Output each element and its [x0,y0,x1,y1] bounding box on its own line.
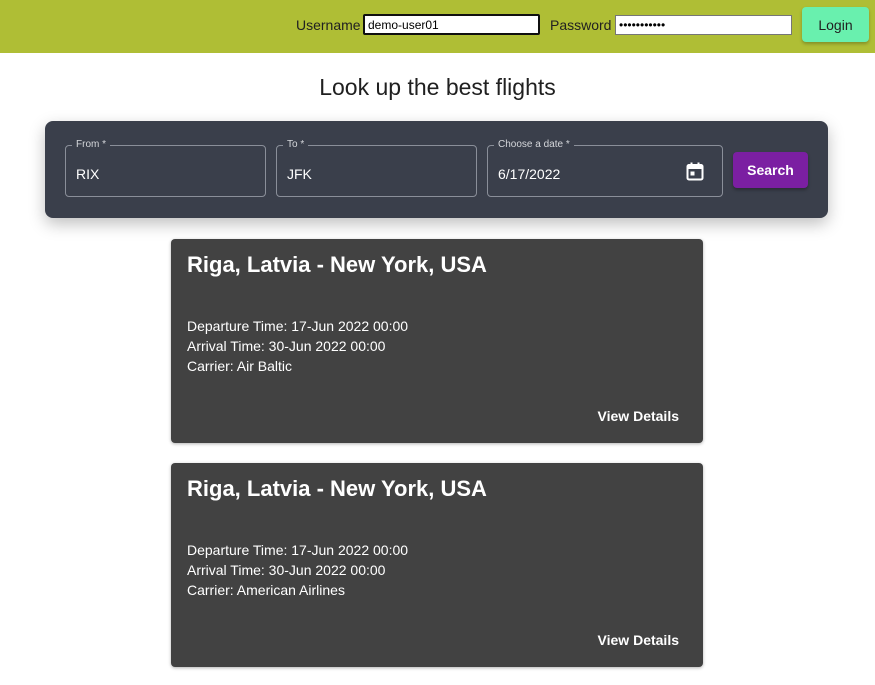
from-label: From * [72,139,110,150]
carrier: Carrier: Air Baltic [187,358,293,374]
calendar-icon[interactable] [686,162,704,181]
flight-card: Riga, Latvia - New York, USA Departure T… [171,239,703,443]
username-label: Username [296,17,361,33]
date-field[interactable]: Choose a date * 6/17/2022 [487,139,723,197]
departure-time: Departure Time: 17-Jun 2022 00:00 [187,318,409,334]
carrier: Carrier: American Airlines [187,582,345,598]
top-bar: Username Password Login [0,0,875,53]
from-value: RIX [76,166,100,182]
arrival-time: Arrival Time: 30-Jun 2022 00:00 [187,338,386,354]
to-value: JFK [287,166,312,182]
date-label: Choose a date * [494,139,574,150]
username-input[interactable] [363,14,540,35]
date-value: 6/17/2022 [498,166,561,182]
flight-route: Riga, Latvia - New York, USA [187,252,487,277]
arrival-time: Arrival Time: 30-Jun 2022 00:00 [187,562,386,578]
flight-card: Riga, Latvia - New York, USA Departure T… [171,463,703,667]
password-input[interactable] [615,15,792,35]
view-details-button[interactable]: View Details [598,632,679,648]
login-button[interactable]: Login [802,7,869,42]
to-field[interactable]: To * JFK [276,139,477,197]
flight-info: Departure Time: 17-Jun 2022 00:00 Arriva… [187,540,408,600]
password-label: Password [550,17,612,33]
departure-time: Departure Time: 17-Jun 2022 00:00 [187,542,409,558]
page-title: Look up the best flights [319,74,556,100]
flight-route: Riga, Latvia - New York, USA [187,476,487,501]
view-details-button[interactable]: View Details [598,408,679,424]
to-label: To * [283,139,309,150]
flight-info: Departure Time: 17-Jun 2022 00:00 Arriva… [187,316,408,376]
search-button[interactable]: Search [733,152,808,188]
search-panel: From * RIX To * JFK Choose a date * 6/17… [45,121,828,218]
from-field[interactable]: From * RIX [65,139,266,197]
